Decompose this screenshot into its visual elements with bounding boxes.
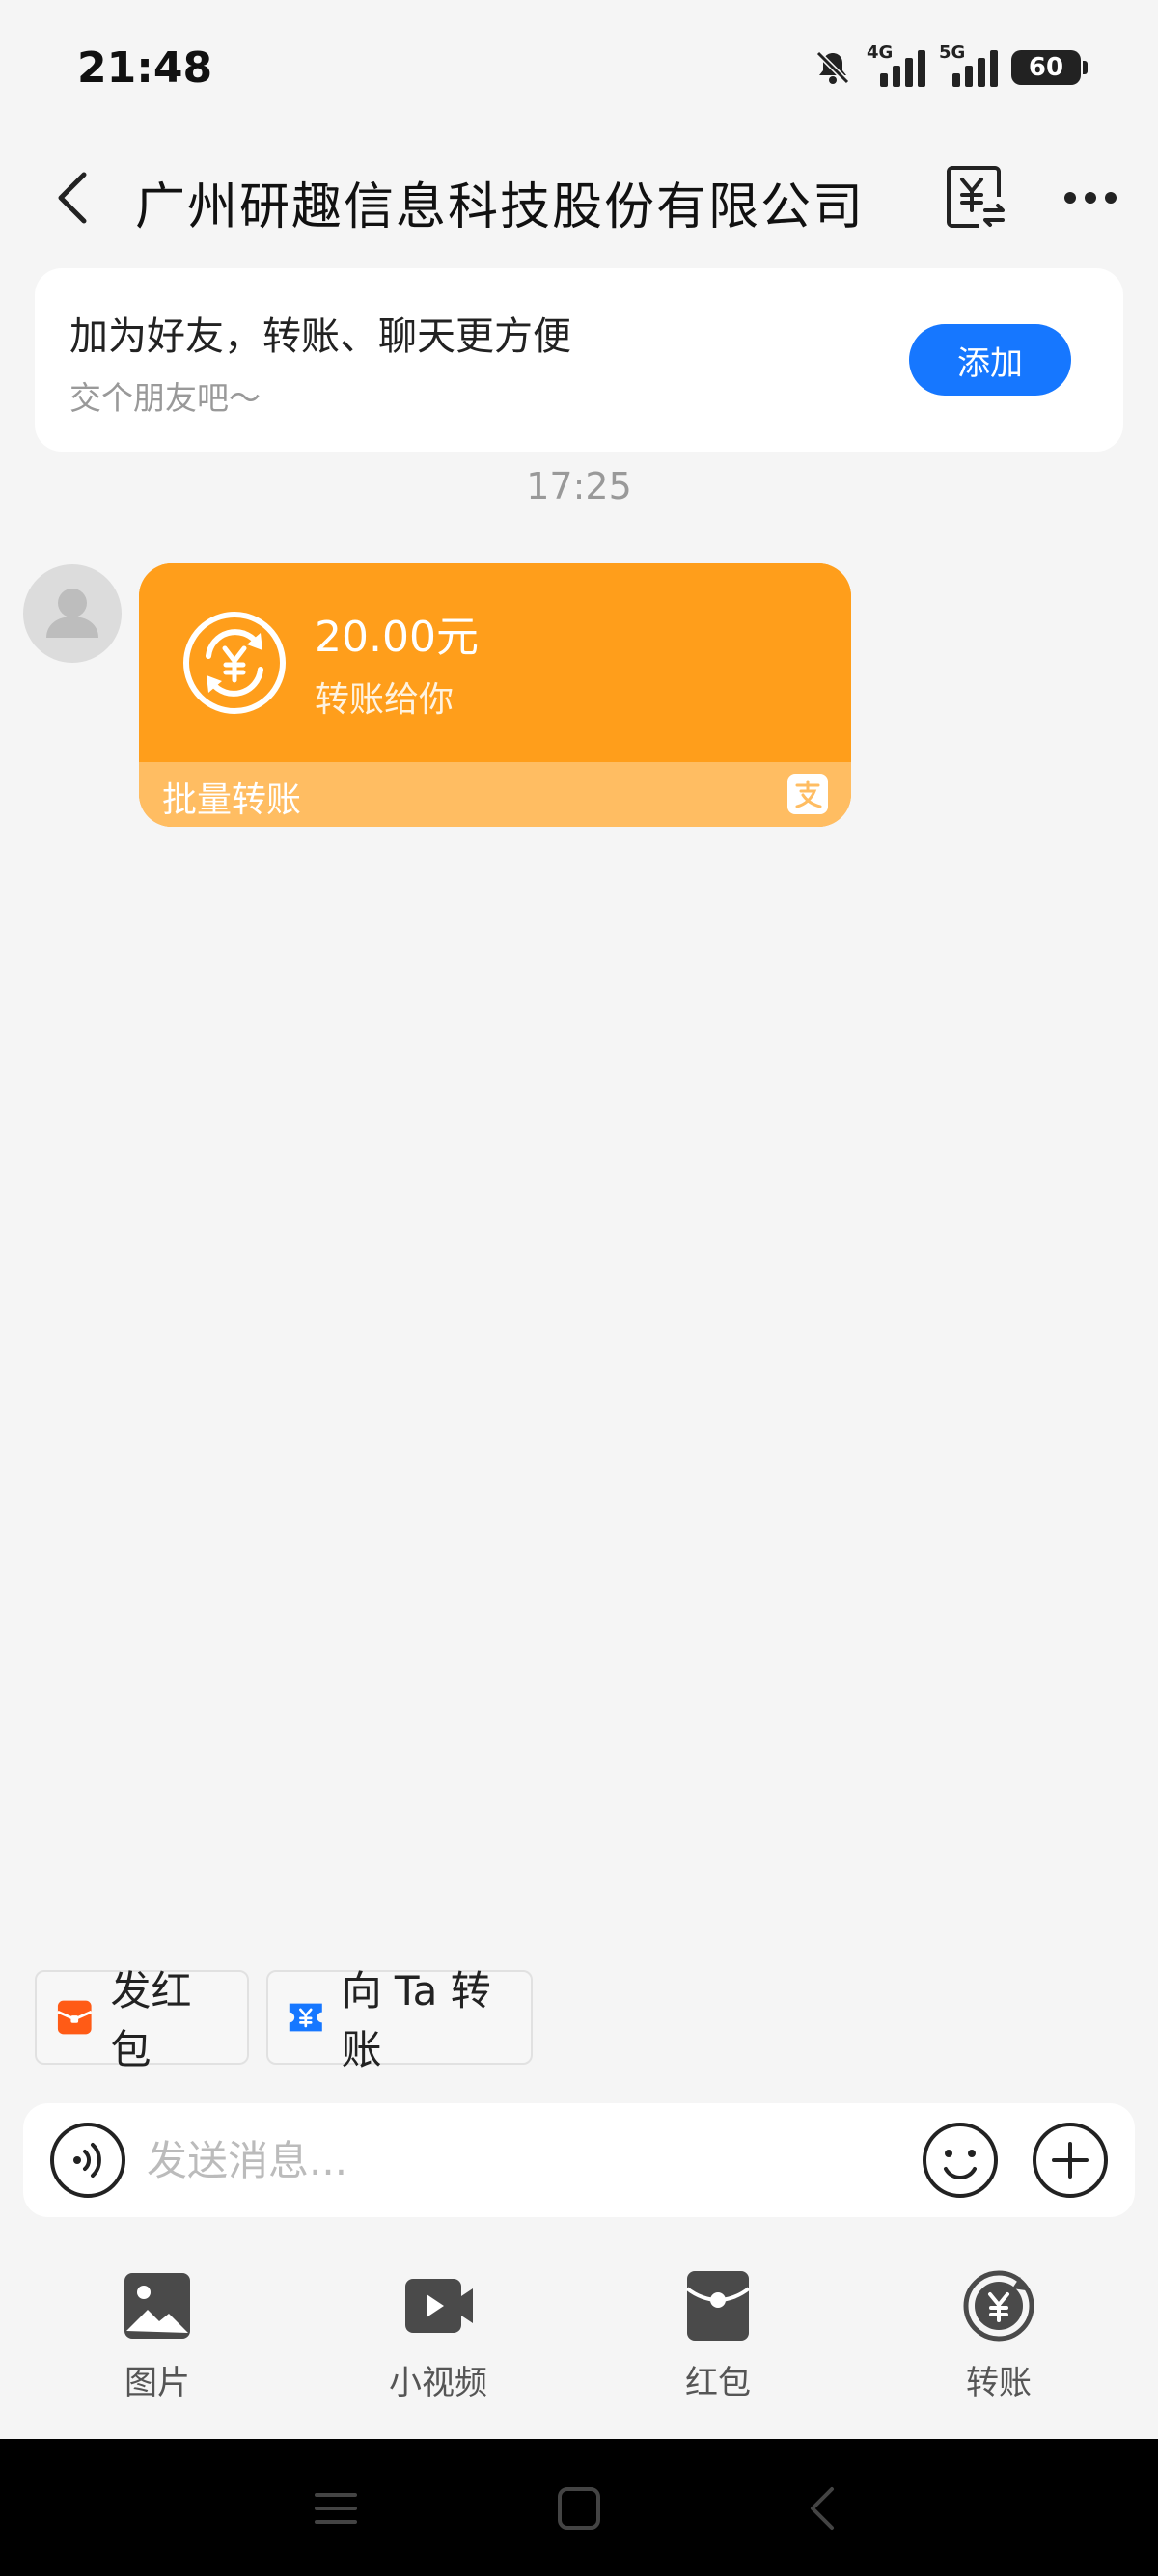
send-red-packet-chip[interactable]: 发红包 [35,1967,249,2073]
signal-5g-icon: 5G [939,42,998,87]
message-input[interactable] [147,2123,909,2198]
network-5g-label: 5G [939,42,966,63]
tool-transfer-label: 转账 [966,2364,1032,2402]
back-button[interactable] [39,164,106,232]
transfer-record-icon [947,166,1005,228]
default-user-icon [46,589,98,638]
add-friend-subtitle: 交个朋友吧～ [69,379,261,417]
transfer-message-card[interactable]: 20.00元 转账给你 批量转账 [139,563,851,827]
system-back-icon[interactable] [797,2481,851,2535]
battery-level: 60 [1028,53,1064,82]
status-time: 21:48 [77,42,213,93]
transfer-record-button[interactable] [941,162,1010,232]
tool-transfer[interactable]: 转账 [902,2269,1095,2424]
status-bar: 21:48 4G 5G 60 [0,0,1158,135]
voice-icon [50,2123,125,2198]
battery-icon: 60 [1011,50,1088,85]
signal-4g-icon: 4G [867,42,925,87]
tool-photo-label: 图片 [124,2364,190,2402]
alipay-icon [787,774,828,814]
image-icon [124,2273,190,2339]
red-packet-icon [685,2271,751,2341]
chat-title: 广州研趣信息科技股份有限公司 [135,178,866,236]
smiley-icon [923,2123,998,2198]
more-dot [1085,192,1096,204]
more-actions-button[interactable] [1031,2121,1110,2200]
system-nav-bar [0,2439,1158,2576]
network-4g-label: 4G [867,42,894,63]
tool-red-packet[interactable]: 红包 [621,2269,814,2424]
transfer-card-body: 20.00元 转账给你 [139,563,851,762]
send-red-packet-label: 发红包 [110,1967,192,2073]
more-button[interactable] [1052,164,1129,232]
chat-screen: 21:48 4G 5G 60 广州研趣信息科技股份有限公司 加为好友，转账、聊天… [0,0,1158,2576]
avatar[interactable] [23,564,122,663]
transfer-footer-label: 批量转账 [162,781,302,820]
nav-bar: 广州研趣信息科技股份有限公司 [0,145,1158,251]
add-friend-card: 加为好友，转账、聊天更方便 交个朋友吧～ 添加 [35,268,1123,452]
plus-icon [1033,2123,1108,2198]
emoji-button[interactable] [921,2121,1000,2200]
more-dot [1064,192,1076,204]
transfer-description: 转账给你 [315,680,455,720]
tool-red-packet-label: 红包 [685,2364,751,2402]
tool-video-label: 小视频 [389,2364,487,2402]
transfer-to-ta-label: 向 Ta 转账 [341,1967,491,2073]
transfer-icon [963,2270,1034,2342]
message-input-bar [23,2103,1135,2217]
transfer-amount: 20.00元 [315,613,479,662]
add-friend-button[interactable]: 添加 [909,324,1071,396]
status-icons: 4G 5G 60 [813,42,1088,88]
tool-video[interactable]: 小视频 [342,2269,535,2424]
transfer-yuan-icon [183,612,286,714]
voice-button[interactable] [48,2121,127,2200]
transfer-to-ta-chip[interactable]: 向 Ta 转账 [266,1967,533,2073]
chevron-left-icon [58,172,87,224]
tool-photo[interactable]: 图片 [61,2269,254,2424]
more-dot [1105,192,1117,204]
video-icon [405,2279,473,2333]
red-packet-icon [57,2000,93,2035]
transfer-ticket-icon [289,2003,322,2032]
add-friend-title: 加为好友，转账、聊天更方便 [69,315,571,359]
message-timestamp: 17:25 [526,465,632,507]
home-icon[interactable] [552,2481,606,2535]
menu-icon[interactable] [309,2481,363,2535]
mute-bell-icon [815,50,850,85]
transfer-card-footer: 批量转账 [139,762,851,827]
